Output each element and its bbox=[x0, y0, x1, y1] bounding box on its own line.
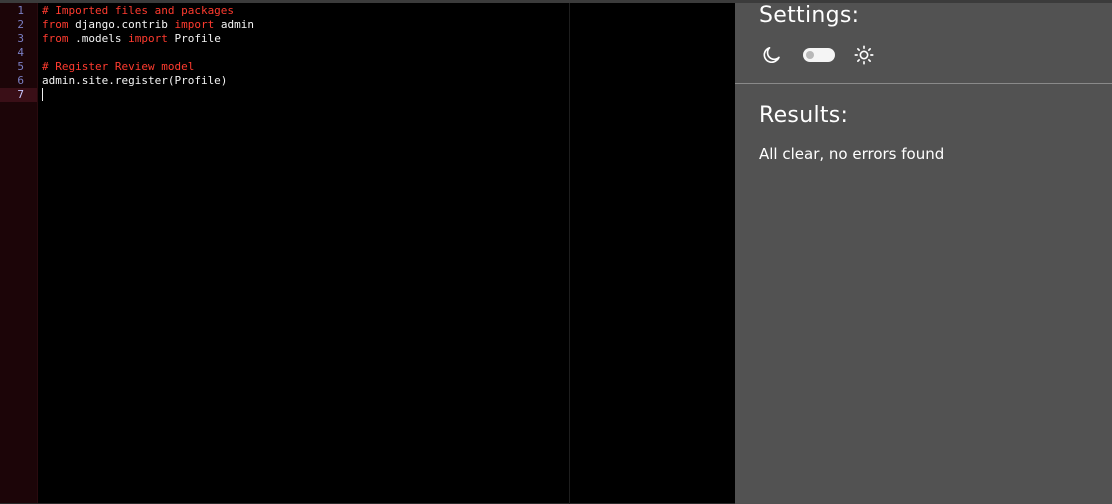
sidebar-divider bbox=[735, 83, 1112, 84]
code-token-plain: django.contrib bbox=[68, 18, 175, 31]
code-token-keyword: from bbox=[42, 18, 69, 31]
code-token-plain: admin.site.register(Profile) bbox=[42, 74, 228, 87]
code-token-keyword: from bbox=[42, 32, 69, 45]
code-editor[interactable]: 1234567 # Imported files and packages fro… bbox=[0, 3, 735, 504]
line-number: 4 bbox=[17, 46, 24, 59]
results-heading: Results: bbox=[759, 103, 849, 128]
code-line[interactable]: admin.site.register(Profile) bbox=[38, 74, 735, 88]
line-number-gutter: 1234567 bbox=[0, 3, 38, 503]
code-token-plain: Profile bbox=[167, 32, 221, 45]
results-message: All clear, no errors found bbox=[759, 145, 945, 163]
line-number: 2 bbox=[17, 18, 24, 31]
code-line[interactable]: # Register Review model bbox=[38, 60, 735, 74]
code-token-comment: # Imported files and packages bbox=[42, 4, 235, 17]
sun-icon-wrapper bbox=[853, 44, 875, 66]
toggle-knob bbox=[806, 51, 814, 59]
line-number: 5 bbox=[17, 60, 24, 73]
line-number: 3 bbox=[17, 32, 24, 45]
theme-switcher bbox=[761, 43, 875, 67]
settings-heading: Settings: bbox=[759, 3, 860, 28]
code-text-area[interactable]: # Imported files and packages from django… bbox=[38, 3, 735, 504]
code-token-keyword: import bbox=[174, 18, 215, 31]
app-window: 1234567 # Imported files and packages fro… bbox=[0, 0, 1112, 504]
moon-icon[interactable] bbox=[761, 44, 783, 66]
code-line[interactable]: from .models import Profile bbox=[38, 32, 735, 46]
code-token-plain: admin bbox=[214, 18, 254, 31]
code-line[interactable]: # Imported files and packages bbox=[38, 4, 735, 18]
line-number: 1 bbox=[17, 4, 24, 17]
sidebar-panel: Settings: Results: All clear, no errors … bbox=[735, 3, 1112, 504]
line-number: 6 bbox=[17, 74, 24, 87]
code-token-keyword: import bbox=[128, 32, 168, 45]
theme-toggle-switch[interactable] bbox=[803, 48, 835, 62]
text-cursor bbox=[42, 88, 43, 101]
code-line[interactable] bbox=[38, 88, 735, 102]
code-token-comment: # Register Review model bbox=[42, 60, 195, 73]
line-number: 7 bbox=[0, 88, 37, 102]
code-line[interactable]: from django.contrib import admin bbox=[38, 18, 735, 32]
code-token-plain: .models bbox=[68, 32, 129, 45]
code-line[interactable] bbox=[38, 46, 735, 60]
sun-icon[interactable] bbox=[853, 44, 875, 66]
